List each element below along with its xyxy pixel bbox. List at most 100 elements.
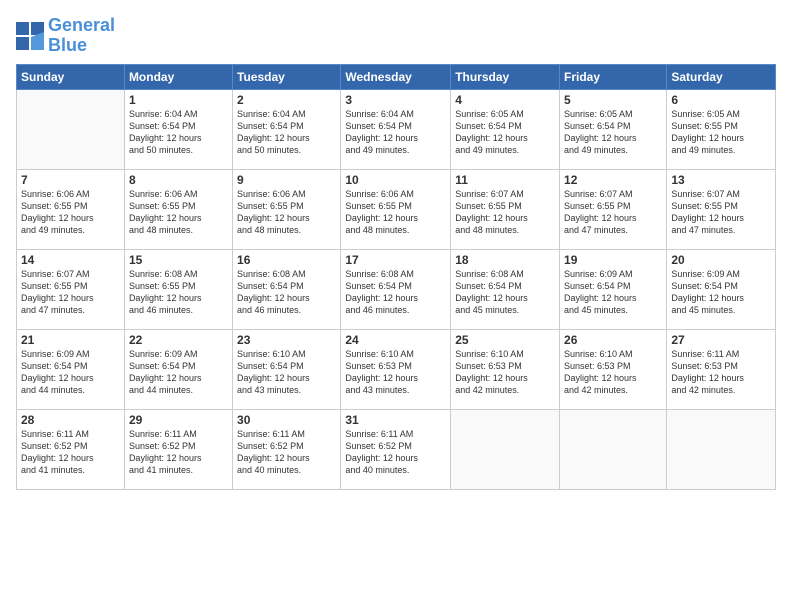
day-info: Sunrise: 6:08 AMSunset: 6:54 PMDaylight:… [237,268,336,317]
day-number: 2 [237,93,336,107]
weekday-header-wednesday: Wednesday [341,64,451,89]
day-cell: 25Sunrise: 6:10 AMSunset: 6:53 PMDayligh… [451,329,560,409]
day-cell: 26Sunrise: 6:10 AMSunset: 6:53 PMDayligh… [560,329,667,409]
weekday-header-monday: Monday [124,64,232,89]
day-number: 15 [129,253,228,267]
day-info: Sunrise: 6:09 AMSunset: 6:54 PMDaylight:… [564,268,662,317]
day-number: 4 [455,93,555,107]
day-cell: 14Sunrise: 6:07 AMSunset: 6:55 PMDayligh… [17,249,125,329]
day-cell: 6Sunrise: 6:05 AMSunset: 6:55 PMDaylight… [667,89,776,169]
day-number: 29 [129,413,228,427]
weekday-header-thursday: Thursday [451,64,560,89]
day-number: 18 [455,253,555,267]
day-info: Sunrise: 6:09 AMSunset: 6:54 PMDaylight:… [21,348,120,397]
day-number: 9 [237,173,336,187]
day-cell: 7Sunrise: 6:06 AMSunset: 6:55 PMDaylight… [17,169,125,249]
day-number: 1 [129,93,228,107]
day-info: Sunrise: 6:09 AMSunset: 6:54 PMDaylight:… [129,348,228,397]
logo-blue: Blue [48,35,87,55]
day-cell: 28Sunrise: 6:11 AMSunset: 6:52 PMDayligh… [17,409,125,489]
day-number: 16 [237,253,336,267]
day-info: Sunrise: 6:10 AMSunset: 6:54 PMDaylight:… [237,348,336,397]
day-info: Sunrise: 6:05 AMSunset: 6:55 PMDaylight:… [671,108,771,157]
day-cell: 3Sunrise: 6:04 AMSunset: 6:54 PMDaylight… [341,89,451,169]
logo-icon [16,22,44,50]
day-cell: 31Sunrise: 6:11 AMSunset: 6:52 PMDayligh… [341,409,451,489]
day-cell: 29Sunrise: 6:11 AMSunset: 6:52 PMDayligh… [124,409,232,489]
day-cell: 20Sunrise: 6:09 AMSunset: 6:54 PMDayligh… [667,249,776,329]
day-info: Sunrise: 6:11 AMSunset: 6:52 PMDaylight:… [237,428,336,477]
day-cell: 4Sunrise: 6:05 AMSunset: 6:54 PMDaylight… [451,89,560,169]
day-info: Sunrise: 6:07 AMSunset: 6:55 PMDaylight:… [21,268,120,317]
day-cell [560,409,667,489]
day-number: 30 [237,413,336,427]
day-info: Sunrise: 6:11 AMSunset: 6:53 PMDaylight:… [671,348,771,397]
logo-text: General Blue [48,16,115,56]
logo-general: General [48,15,115,35]
weekday-header-tuesday: Tuesday [233,64,341,89]
week-row-4: 28Sunrise: 6:11 AMSunset: 6:52 PMDayligh… [17,409,776,489]
day-cell: 17Sunrise: 6:08 AMSunset: 6:54 PMDayligh… [341,249,451,329]
day-info: Sunrise: 6:07 AMSunset: 6:55 PMDaylight:… [671,188,771,237]
day-info: Sunrise: 6:10 AMSunset: 6:53 PMDaylight:… [564,348,662,397]
day-number: 7 [21,173,120,187]
weekday-header-saturday: Saturday [667,64,776,89]
day-number: 17 [345,253,446,267]
day-number: 14 [21,253,120,267]
week-row-1: 7 Sunrise: 6:06 AMSunset: 6:55 PMDaylight… [17,169,776,249]
day-cell: 5Sunrise: 6:05 AMSunset: 6:54 PMDaylight… [560,89,667,169]
day-info: Sunrise: 6:11 AMSunset: 6:52 PMDaylight:… [345,428,446,477]
day-cell: 22Sunrise: 6:09 AMSunset: 6:54 PMDayligh… [124,329,232,409]
day-number: 28 [21,413,120,427]
day-cell: 10Sunrise: 6:06 AMSunset: 6:55 PMDayligh… [341,169,451,249]
day-number: 31 [345,413,446,427]
week-row-0: 1 Sunrise: 6:04 AMSunset: 6:54 PMDaylight… [17,89,776,169]
day-number: 8 [129,173,228,187]
day-number: 22 [129,333,228,347]
day-cell: 9Sunrise: 6:06 AMSunset: 6:55 PMDaylight… [233,169,341,249]
day-cell: 21Sunrise: 6:09 AMSunset: 6:54 PMDayligh… [17,329,125,409]
day-number: 6 [671,93,771,107]
calendar-table: SundayMondayTuesdayWednesdayThursdayFrid… [16,64,776,490]
week-row-2: 14Sunrise: 6:07 AMSunset: 6:55 PMDayligh… [17,249,776,329]
day-number: 19 [564,253,662,267]
day-info: Sunrise: 6:08 AMSunset: 6:54 PMDaylight:… [345,268,446,317]
day-number: 3 [345,93,446,107]
day-cell: 11Sunrise: 6:07 AMSunset: 6:55 PMDayligh… [451,169,560,249]
day-number: 10 [345,173,446,187]
day-number: 13 [671,173,771,187]
day-info: Sunrise: 6:06 AMSunset: 6:55 PMDaylight:… [345,188,446,237]
day-info: Sunrise: 6:11 AMSunset: 6:52 PMDaylight:… [129,428,228,477]
day-cell [667,409,776,489]
weekday-header-friday: Friday [560,64,667,89]
day-number: 20 [671,253,771,267]
day-number: 27 [671,333,771,347]
day-number: 21 [21,333,120,347]
day-cell: 23Sunrise: 6:10 AMSunset: 6:54 PMDayligh… [233,329,341,409]
day-info: Sunrise: 6:05 AMSunset: 6:54 PMDaylight:… [455,108,555,157]
page-container: General Blue SundayMondayTuesdayWednesda… [0,0,792,612]
day-number: 23 [237,333,336,347]
day-info: Sunrise: 6:04 AMSunset: 6:54 PMDaylight:… [237,108,336,157]
day-info: Sunrise: 6:08 AMSunset: 6:55 PMDaylight:… [129,268,228,317]
day-cell: 12Sunrise: 6:07 AMSunset: 6:55 PMDayligh… [560,169,667,249]
day-cell: 18Sunrise: 6:08 AMSunset: 6:54 PMDayligh… [451,249,560,329]
page-header: General Blue [16,16,776,56]
day-number: 24 [345,333,446,347]
day-info: Sunrise: 6:05 AMSunset: 6:54 PMDaylight:… [564,108,662,157]
day-info: Sunrise: 6:06 AMSunset: 6:55 PMDaylight:… [129,188,228,237]
day-info: Sunrise: 6:06 AMSunset: 6:55 PMDaylight:… [237,188,336,237]
day-info: Sunrise: 6:10 AMSunset: 6:53 PMDaylight:… [455,348,555,397]
day-number: 26 [564,333,662,347]
day-number: 25 [455,333,555,347]
day-number: 5 [564,93,662,107]
day-info: Sunrise: 6:08 AMSunset: 6:54 PMDaylight:… [455,268,555,317]
day-info: Sunrise: 6:04 AMSunset: 6:54 PMDaylight:… [345,108,446,157]
day-info: Sunrise: 6:09 AMSunset: 6:54 PMDaylight:… [671,268,771,317]
day-info: Sunrise: 6:11 AMSunset: 6:52 PMDaylight:… [21,428,120,477]
day-cell: 19Sunrise: 6:09 AMSunset: 6:54 PMDayligh… [560,249,667,329]
day-number: 11 [455,173,555,187]
day-cell: 24Sunrise: 6:10 AMSunset: 6:53 PMDayligh… [341,329,451,409]
day-cell [451,409,560,489]
day-cell [17,89,125,169]
